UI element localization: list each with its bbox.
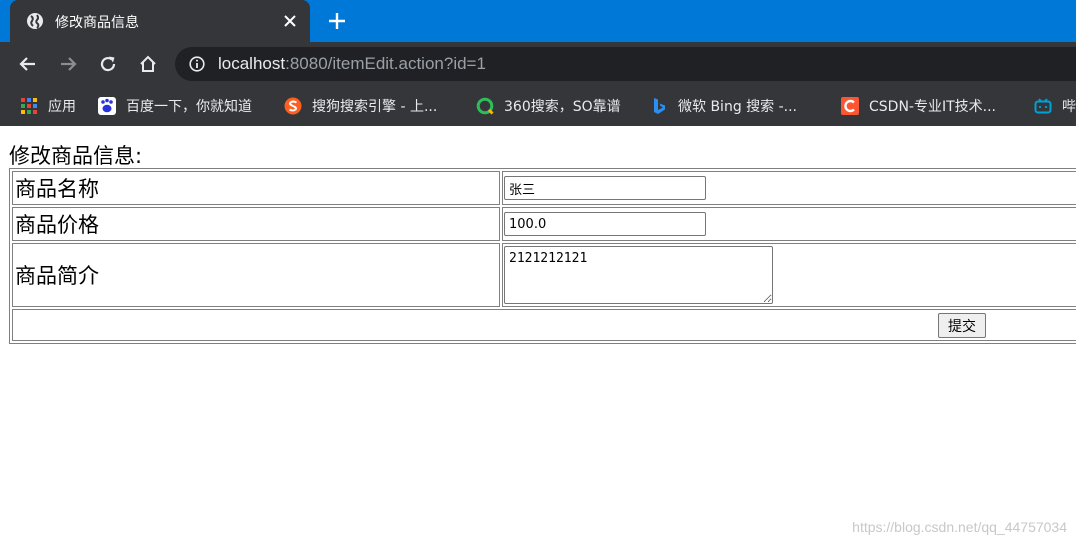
apps-grid-icon (21, 98, 37, 114)
bookmark-label: 微软 Bing 搜索 -... (678, 99, 798, 115)
bookmark-sogou[interactable]: 搜狗搜索引擎 - 上... (284, 86, 437, 126)
csdn-icon (841, 97, 859, 115)
bookmark-label: 应用 (48, 99, 76, 115)
bookmark-csdn[interactable]: CSDN-专业IT技术... (841, 86, 996, 126)
address-bar[interactable]: localhost:8080/itemEdit.action?id=1 (175, 47, 1076, 81)
sogou-icon (284, 97, 302, 115)
bookmark-label: 哔 (1062, 99, 1076, 115)
form-row-submit: 提交 (12, 309, 1076, 341)
url-text[interactable]: localhost:8080/itemEdit.action?id=1 (218, 54, 486, 74)
bookmark-label: 搜狗搜索引擎 - 上... (312, 99, 438, 115)
bookmark-360[interactable]: 360搜索，SO靠谱 (476, 86, 621, 126)
360-search-icon (476, 97, 494, 115)
tab-strip: 修改商品信息 (0, 0, 1076, 42)
plus-icon[interactable] (328, 12, 346, 30)
item-name-label: 商品名称 (12, 171, 500, 205)
item-detail-textarea[interactable]: 2121212121 (504, 246, 773, 304)
bookmarks-bar: 应用 百度一下，你就知道 搜狗搜索引擎 - 上... 360搜索，SO靠谱 微软… (0, 86, 1076, 126)
form-row-price: 商品价格 (12, 207, 1076, 241)
submit-button[interactable]: 提交 (938, 313, 986, 338)
bookmark-label: CSDN-专业IT技术... (869, 99, 996, 115)
page-content: 修改商品信息: 商品名称 商品价格 商品简介 2121212121 提交 htt… (0, 126, 1076, 544)
form-row-name: 商品名称 (12, 171, 1076, 205)
back-arrow-icon[interactable] (18, 54, 38, 74)
url-path: :8080/itemEdit.action?id=1 (285, 54, 486, 73)
item-detail-label: 商品简介 (12, 243, 500, 307)
submit-cell: 提交 (12, 309, 1076, 341)
item-name-input[interactable] (504, 176, 706, 200)
bookmark-label: 360搜索，SO靠谱 (504, 99, 621, 115)
browser-tab[interactable]: 修改商品信息 (10, 0, 310, 42)
item-edit-form: 商品名称 商品价格 商品简介 2121212121 提交 (9, 168, 1076, 344)
tab-title: 修改商品信息 (55, 15, 139, 31)
info-icon[interactable] (189, 56, 205, 72)
item-price-cell (502, 207, 1076, 241)
bilibili-icon (1034, 98, 1052, 114)
bookmark-apps[interactable]: 应用 (20, 86, 76, 126)
browser-toolbar: localhost:8080/itemEdit.action?id=1 (0, 42, 1076, 86)
bookmark-baidu[interactable]: 百度一下，你就知道 (98, 86, 252, 126)
close-icon[interactable] (282, 13, 298, 29)
page-title: 修改商品信息: (9, 144, 143, 168)
globe-icon (27, 13, 43, 29)
bookmark-label: 百度一下，你就知道 (126, 99, 252, 115)
forward-arrow-icon[interactable] (58, 54, 78, 74)
baidu-paw-icon (98, 97, 116, 115)
bookmark-bing[interactable]: 微软 Bing 搜索 -... (650, 86, 797, 126)
item-detail-cell: 2121212121 (502, 243, 1076, 307)
bookmark-bilibili[interactable]: 哔 (1034, 86, 1076, 126)
form-row-detail: 商品简介 2121212121 (12, 243, 1076, 307)
watermark: https://blog.csdn.net/qq_44757034 (852, 519, 1067, 535)
home-icon[interactable] (138, 54, 158, 74)
bing-icon (654, 98, 665, 114)
url-host: localhost (218, 54, 286, 73)
reload-icon[interactable] (98, 54, 118, 74)
item-price-input[interactable] (504, 212, 706, 236)
item-price-label: 商品价格 (12, 207, 500, 241)
item-name-cell (502, 171, 1076, 205)
